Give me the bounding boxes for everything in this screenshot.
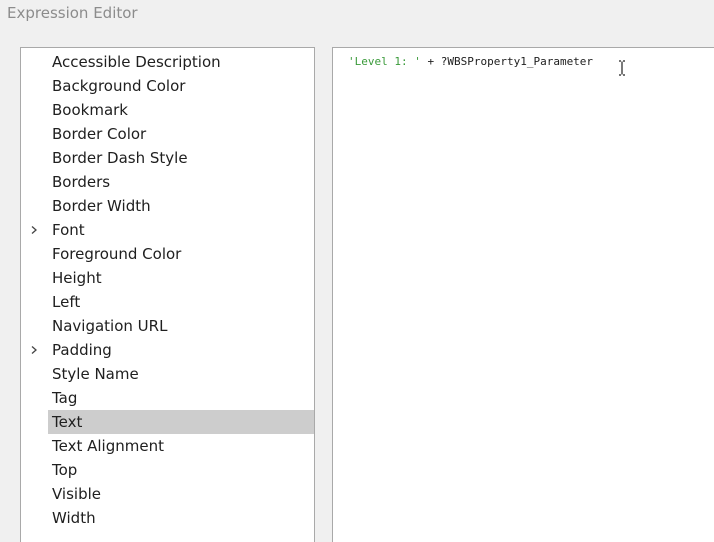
property-item-label: Navigation URL bbox=[52, 317, 168, 335]
expression-string-literal: 'Level 1: ' bbox=[348, 55, 421, 68]
expression-line[interactable]: 'Level 1: ' + ?WBSProperty1_Parameter bbox=[348, 54, 593, 70]
property-item-label: Style Name bbox=[52, 365, 139, 383]
property-item[interactable]: Accessible Description bbox=[48, 50, 314, 74]
property-item-label: Left bbox=[52, 293, 81, 311]
property-item-label: Text Alignment bbox=[52, 437, 164, 455]
property-item[interactable]: Navigation URL bbox=[48, 314, 314, 338]
expression-operator: + bbox=[420, 55, 441, 68]
property-item[interactable]: Foreground Color bbox=[48, 242, 314, 266]
property-item[interactable]: Text bbox=[48, 410, 314, 434]
property-item-label: Background Color bbox=[52, 77, 186, 95]
property-item[interactable]: Border Color bbox=[48, 122, 314, 146]
property-list[interactable]: Accessible Description Background Color Bo… bbox=[20, 47, 315, 542]
property-item-label: Top bbox=[52, 461, 78, 479]
property-item[interactable]: Padding bbox=[31, 338, 314, 362]
property-item[interactable]: Width bbox=[48, 506, 314, 530]
property-item[interactable]: Borders bbox=[48, 170, 314, 194]
property-item-label: Padding bbox=[52, 341, 112, 359]
property-item[interactable]: Style Name bbox=[48, 362, 314, 386]
property-item[interactable]: Border Width bbox=[48, 194, 314, 218]
property-item[interactable]: Border Dash Style bbox=[48, 146, 314, 170]
property-item-label: Bookmark bbox=[52, 101, 128, 119]
expression-parameter: ?WBSProperty1_Parameter bbox=[440, 55, 594, 68]
property-item-label: Visible bbox=[52, 485, 101, 503]
property-item-label: Width bbox=[52, 509, 96, 527]
property-item-label: Border Dash Style bbox=[52, 149, 188, 167]
chevron-right-icon[interactable] bbox=[28, 338, 40, 362]
property-item[interactable]: Tag bbox=[48, 386, 314, 410]
window-title: Expression Editor bbox=[7, 4, 138, 22]
expression-text-editor[interactable]: 'Level 1: ' + ?WBSProperty1_Parameter bbox=[332, 47, 714, 542]
property-item[interactable]: Font bbox=[31, 218, 314, 242]
property-item-label: Text bbox=[52, 413, 83, 431]
property-item[interactable]: Visible bbox=[48, 482, 314, 506]
property-item[interactable]: Left bbox=[48, 290, 314, 314]
property-item[interactable]: Background Color bbox=[48, 74, 314, 98]
text-ibeam-cursor-icon bbox=[619, 60, 625, 76]
property-item-label: Font bbox=[52, 221, 85, 239]
property-item[interactable]: Top bbox=[48, 458, 314, 482]
chevron-right-icon[interactable] bbox=[28, 218, 40, 242]
property-item-label: Border Width bbox=[52, 197, 151, 215]
property-item[interactable]: Text Alignment bbox=[48, 434, 314, 458]
property-item-label: Border Color bbox=[52, 125, 147, 143]
expression-editor-window: Expression Editor Accessible Description… bbox=[0, 0, 714, 542]
property-item-label: Height bbox=[52, 269, 102, 287]
property-item-label: Borders bbox=[52, 173, 111, 191]
property-item-label: Tag bbox=[52, 389, 78, 407]
property-item-label: Accessible Description bbox=[52, 53, 221, 71]
property-item[interactable]: Bookmark bbox=[48, 98, 314, 122]
property-item[interactable]: Height bbox=[48, 266, 314, 290]
property-item-label: Foreground Color bbox=[52, 245, 182, 263]
